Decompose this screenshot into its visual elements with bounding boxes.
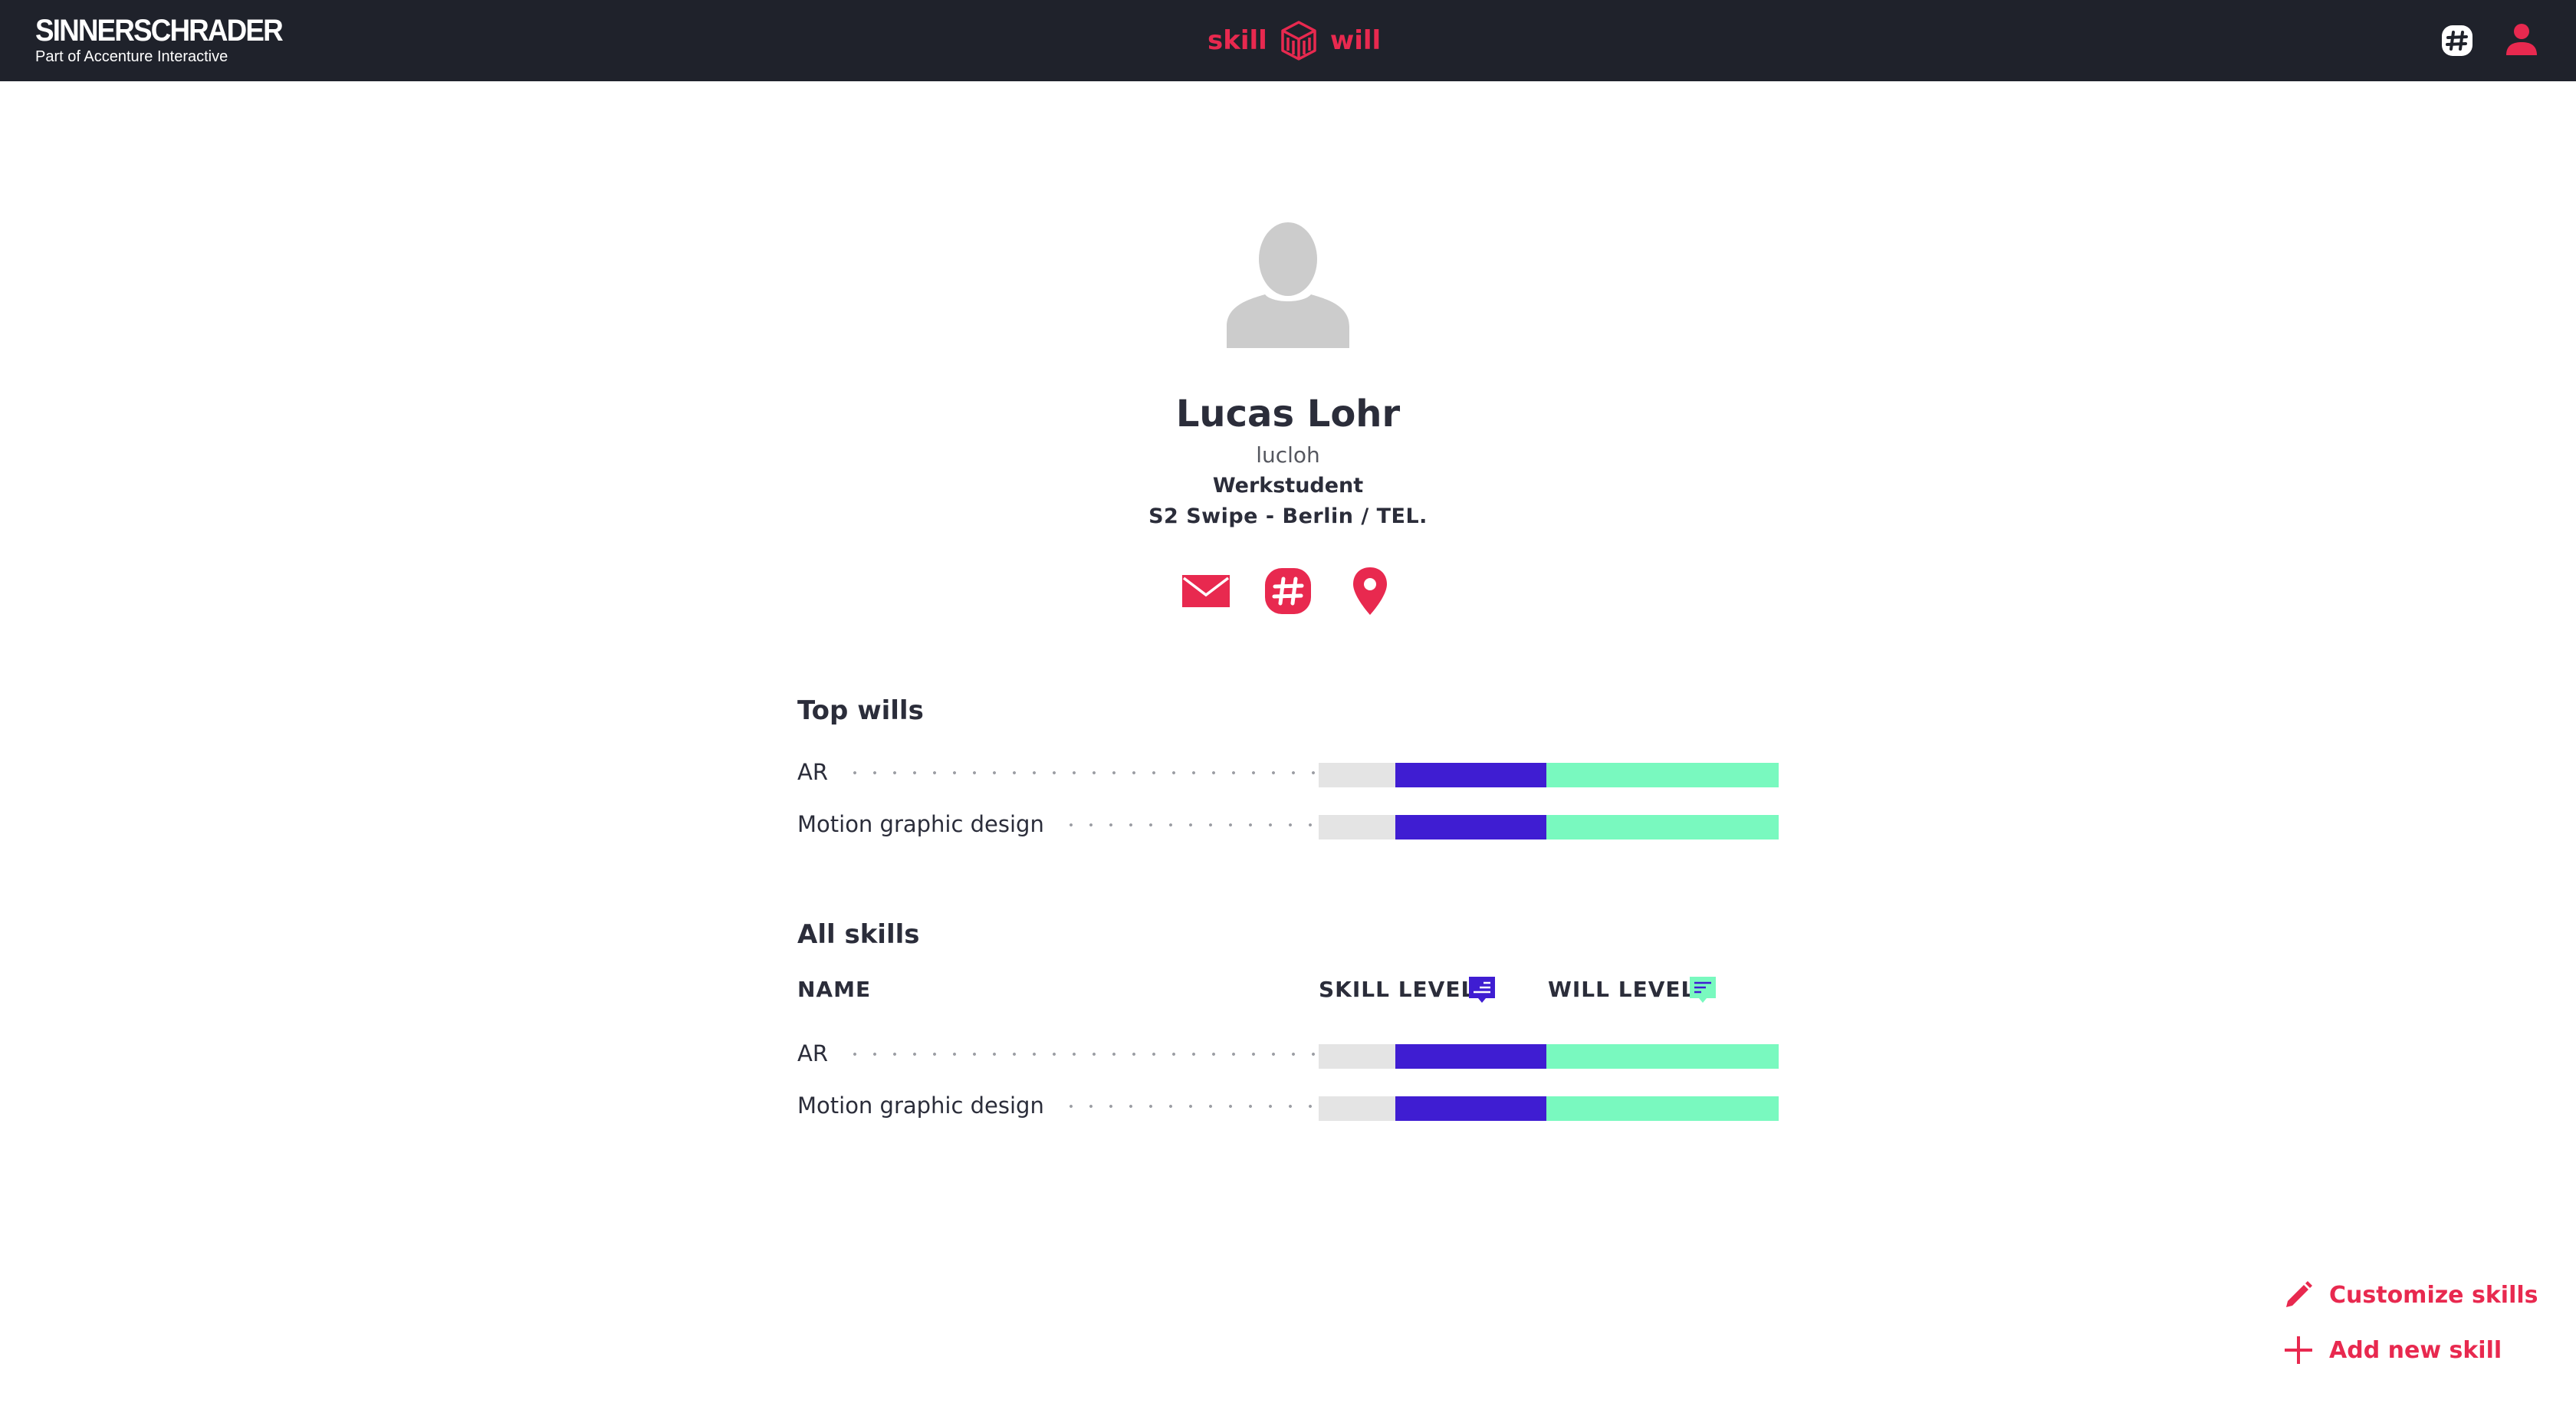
will-level-info-icon[interactable] <box>1688 975 1717 1004</box>
will-level-segment <box>1546 1044 1779 1069</box>
column-header-will-level[interactable]: WILL LEVEL <box>1548 976 1695 1004</box>
skill-row[interactable]: Motion graphic design <box>797 805 1779 843</box>
profile-username: lucloh <box>1256 442 1320 468</box>
user-icon[interactable] <box>2504 21 2539 57</box>
dotted-leader <box>845 771 1334 774</box>
pencil-icon <box>2286 1281 2312 1307</box>
bar-base-segment <box>1319 763 1395 787</box>
location-pin-icon[interactable] <box>1343 564 1397 618</box>
skill-level-segment <box>1395 815 1546 840</box>
profile-name: Lucas Lohr <box>1175 393 1401 435</box>
profile-location: S2 Swipe - Berlin / TEL. <box>1148 504 1428 528</box>
skill-name: Motion graphic design <box>797 811 1044 837</box>
bar-base-segment <box>1319 1044 1395 1069</box>
top-wills-title: Top wills <box>797 695 924 726</box>
all-skills-title: All skills <box>797 919 920 950</box>
app-logo[interactable]: skill will <box>1208 18 1381 63</box>
dotted-leader <box>1061 823 1334 826</box>
dotted-leader <box>1061 1105 1334 1108</box>
customize-skills-button[interactable]: Customize skills <box>2283 1276 2538 1314</box>
skill-will-bar <box>1319 815 1779 840</box>
top-bar: SINNERSCHRADER Part of Accenture Interac… <box>0 0 2576 81</box>
add-new-skill-button[interactable]: Add new skill <box>2283 1331 2502 1369</box>
skill-name: AR <box>797 1040 828 1066</box>
brand-logo[interactable]: SINNERSCHRADER Part of Accenture Interac… <box>35 14 304 66</box>
skill-will-bar <box>1319 763 1779 787</box>
person-placeholder-icon <box>1227 222 1349 348</box>
will-level-segment <box>1546 1096 1779 1121</box>
slack-icon[interactable] <box>1261 564 1315 618</box>
plus-icon <box>2285 1336 2312 1364</box>
logo-text-will: will <box>1329 25 1382 56</box>
slack-icon[interactable] <box>2438 21 2476 60</box>
skill-level-info-icon[interactable] <box>1467 975 1497 1004</box>
skill-level-segment <box>1395 763 1546 787</box>
will-level-segment <box>1546 815 1779 840</box>
dotted-leader <box>845 1053 1334 1056</box>
cube-logo-icon <box>1281 21 1316 61</box>
add-new-skill-label: Add new skill <box>2329 1336 2502 1364</box>
bar-base-segment <box>1319 815 1395 840</box>
profile-title: Werkstudent <box>1212 474 1364 498</box>
brand-subtitle: Part of Accenture Interactive <box>35 48 228 65</box>
skill-name: Motion graphic design <box>797 1092 1044 1119</box>
column-header-name[interactable]: NAME <box>797 976 871 1004</box>
bar-base-segment <box>1319 1096 1395 1121</box>
mail-icon[interactable] <box>1179 564 1233 618</box>
skill-will-bar <box>1319 1044 1779 1069</box>
skill-name: AR <box>797 759 828 785</box>
brand-name: SINNERSCHRADER <box>35 14 284 48</box>
will-level-segment <box>1546 763 1779 787</box>
column-header-skill-level[interactable]: SKILL LEVEL <box>1319 976 1475 1004</box>
skill-row[interactable]: AR <box>797 1034 1779 1073</box>
skill-row[interactable]: Motion graphic design <box>797 1086 1779 1125</box>
customize-skills-label: Customize skills <box>2329 1281 2538 1309</box>
skill-level-segment <box>1395 1096 1546 1121</box>
skill-level-segment <box>1395 1044 1546 1069</box>
skill-row[interactable]: AR <box>797 753 1779 791</box>
skill-will-bar <box>1319 1096 1779 1121</box>
logo-text-skill: skill <box>1208 25 1267 56</box>
